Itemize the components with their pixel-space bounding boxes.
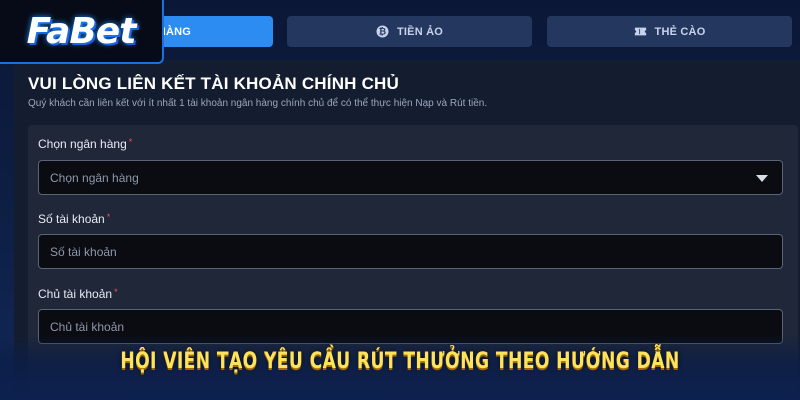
account-number-label-text: Số tài khoản: [38, 212, 105, 226]
account-number-input[interactable]: Số tài khoản: [38, 234, 783, 269]
bank-select-label: Chọn ngân hàng *: [38, 137, 132, 151]
bank-select[interactable]: Chọn ngân hàng: [38, 160, 783, 195]
brand-logo[interactable]: FaBet: [0, 0, 164, 64]
account-number-placeholder: Số tài khoản: [50, 244, 117, 259]
required-mark: *: [114, 287, 118, 297]
account-holder-label: Chủ tài khoản *: [38, 287, 118, 301]
required-mark: *: [128, 137, 133, 147]
logo-text: FaBet: [26, 10, 137, 52]
required-mark: *: [106, 212, 111, 222]
svg-text:₿: ₿: [379, 27, 387, 38]
tab-scratch-card[interactable]: THẺ CÀO: [547, 16, 792, 47]
tab-scratch-card-label: THẺ CÀO: [654, 25, 706, 38]
account-holder-placeholder: Chủ tài khoản: [50, 319, 125, 334]
page-title: VUI LÒNG LIÊN KẾT TÀI KHOẢN CHÍNH CHỦ: [28, 74, 400, 93]
bank-select-label-text: Chọn ngân hàng: [38, 137, 127, 151]
ticket-icon: [634, 25, 647, 38]
account-number-label: Số tài khoản *: [38, 212, 110, 226]
page-subtitle: Quý khách cần liên kết với ít nhất 1 tài…: [28, 98, 488, 109]
account-holder-label-text: Chủ tài khoản: [38, 287, 113, 301]
tab-crypto[interactable]: ₿ TIỀN ẢO: [287, 16, 532, 47]
banner-caption: HỘI VIÊN TẠO YÊU CẦU RÚT THƯỞNG THEO HƯỚ…: [120, 349, 680, 374]
bitcoin-icon: ₿: [376, 25, 389, 38]
tab-crypto-label: TIỀN ẢO: [396, 25, 443, 38]
chevron-down-icon: [756, 175, 768, 182]
bank-select-placeholder: Chọn ngân hàng: [50, 170, 139, 185]
